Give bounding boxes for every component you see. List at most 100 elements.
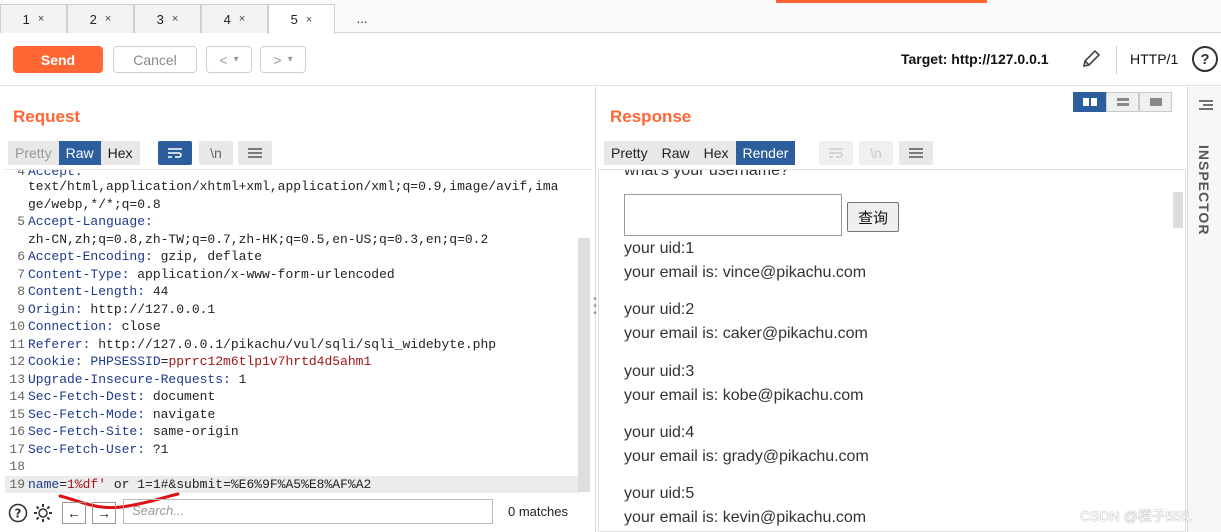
inspector-menu-icon[interactable]: [1197, 99, 1215, 113]
uid-text: your uid:3: [624, 363, 695, 380]
help-icon[interactable]: ?: [1192, 46, 1218, 72]
uid-text: your uid:1: [624, 240, 695, 257]
close-icon[interactable]: ×: [172, 13, 178, 25]
header-value: gzip, deflate: [152, 249, 263, 264]
header-name: Cookie:: [28, 354, 83, 369]
tab-label: 2: [89, 11, 97, 27]
target-label: Target: http://127.0.0.1: [901, 51, 1049, 67]
chevron-down-icon: ▾: [233, 54, 239, 65]
active-accent-line: [776, 0, 987, 3]
http-version-button[interactable]: HTTP/1: [1130, 51, 1178, 67]
cookie-value: pprrc12m6tlp1v7hrtd4d5ahm1: [168, 354, 372, 369]
header-name: Content-Length:: [28, 284, 146, 299]
request-toolbar: Send Cancel < ▾ > ▾ Target: http://127.0…: [0, 34, 1221, 86]
newline-toggle: \n: [859, 141, 893, 165]
mode-hex[interactable]: Hex: [100, 141, 140, 165]
header-name: Origin:: [28, 301, 83, 317]
match-count: 0 matches: [508, 504, 568, 519]
layout-stacked-icon[interactable]: [1106, 92, 1139, 112]
close-icon[interactable]: ×: [105, 13, 111, 25]
line-number: 14: [9, 389, 25, 404]
request-line: 15 Sec-Fetch-Mode: navigate: [5, 406, 580, 424]
response-render-view: what's your username? 查询 your uid:1 your…: [598, 169, 1186, 532]
watermark: CSDN @橙子555.: [1080, 508, 1194, 524]
arrow-left-icon[interactable]: ←: [62, 502, 86, 524]
line-number: 7: [17, 266, 25, 282]
request-line: zh-CN,zh;q=0.8,zh-TW;q=0.7,zh-HK;q=0.5,e…: [5, 231, 580, 249]
chevron-down-icon: ▾: [287, 54, 293, 65]
header-value: same-origin: [145, 424, 239, 439]
cancel-button[interactable]: Cancel: [113, 46, 197, 73]
email-text: your email is: kevin@pikachu.com: [624, 509, 867, 526]
wrap-lines-icon: [819, 141, 853, 165]
hamburger-icon[interactable]: [899, 141, 933, 165]
tab-4[interactable]: 4 ×: [201, 4, 268, 33]
header-value: http://127.0.0.1: [82, 301, 216, 317]
request-line: 17 Sec-Fetch-User: ?1: [5, 441, 580, 459]
request-line: 8 Content-Length: 44: [5, 283, 580, 301]
svg-text:?: ?: [15, 507, 22, 521]
line-number: 6: [17, 249, 25, 264]
back-button[interactable]: < ▾: [206, 46, 252, 73]
param-name: name: [28, 476, 60, 492]
gear-icon[interactable]: [32, 502, 54, 524]
help-icon[interactable]: ?: [8, 503, 28, 523]
inspector-sidebar[interactable]: INSPECTOR: [1187, 87, 1221, 532]
request-editor[interactable]: 4 Accept: text/html,application/xhtml+xml…: [5, 169, 592, 495]
tab-3[interactable]: 3 ×: [134, 4, 201, 33]
close-icon[interactable]: ×: [38, 13, 44, 25]
line-number: 18: [9, 459, 25, 474]
username-input[interactable]: [624, 194, 842, 236]
newline-toggle[interactable]: \n: [199, 141, 233, 165]
forward-button[interactable]: > ▾: [260, 46, 306, 73]
cookie-name: PHPSESSID: [90, 354, 161, 369]
line-number: 8: [17, 284, 25, 299]
tab-5[interactable]: 5 ×: [268, 4, 335, 34]
mode-pretty[interactable]: Pretty: [8, 141, 59, 165]
wrap-lines-icon[interactable]: [158, 141, 192, 165]
pencil-icon[interactable]: [1080, 48, 1102, 70]
hamburger-icon[interactable]: [238, 141, 272, 165]
request-line: ge/webp,*/*;q=0.8: [5, 196, 580, 214]
chevron-right-icon: >: [273, 51, 282, 68]
request-scrollbar[interactable]: [578, 238, 590, 492]
header-name: Sec-Fetch-Dest:: [28, 389, 146, 404]
send-button[interactable]: Send: [13, 46, 103, 73]
mode-pretty[interactable]: Pretty: [604, 141, 655, 165]
query-button[interactable]: 查询: [847, 202, 899, 232]
email-text: your email is: grady@pikachu.com: [624, 448, 869, 465]
search-input[interactable]: Search...: [123, 499, 493, 524]
mode-render[interactable]: Render: [735, 141, 796, 165]
request-line: 6 Accept-Encoding: gzip, deflate: [5, 248, 580, 266]
request-line: 5 Accept-Language:: [5, 213, 580, 231]
tab-1[interactable]: 1 ×: [0, 4, 67, 33]
render-scrollbar[interactable]: [1173, 192, 1183, 228]
mode-raw[interactable]: Raw: [58, 141, 101, 165]
tab-2[interactable]: 2 ×: [67, 4, 134, 33]
arrow-right-icon[interactable]: →: [92, 502, 116, 524]
line-number: 13: [9, 371, 25, 387]
layout-single-icon[interactable]: [1139, 92, 1172, 112]
request-line: 9 Origin: http://127.0.0.1: [5, 301, 580, 319]
header-name: Accept-Encoding:: [28, 249, 153, 264]
header-value: http://127.0.0.1/pikachu/vul/sqli/sqli_w…: [90, 336, 497, 352]
line-number: 5: [17, 214, 25, 229]
close-icon[interactable]: ×: [239, 13, 245, 25]
header-name: Sec-Fetch-User:: [28, 441, 146, 457]
mode-hex[interactable]: Hex: [696, 141, 736, 165]
line-number: 17: [9, 441, 25, 457]
layout-side-by-side-icon[interactable]: [1073, 92, 1106, 112]
request-line: 7 Content-Type: application/x-www-form-ur…: [5, 266, 580, 284]
line-number: 15: [9, 406, 25, 422]
header-name: Content-Type:: [28, 266, 130, 282]
mode-raw[interactable]: Raw: [654, 141, 697, 165]
inspector-label[interactable]: INSPECTOR: [1196, 145, 1212, 235]
tab-more[interactable]: ...: [338, 4, 386, 33]
tab-label: 5: [290, 12, 298, 27]
header-value: 1: [230, 371, 247, 387]
email-text: your email is: vince@pikachu.com: [624, 264, 867, 281]
header-value: zh-CN,zh;q=0.8,zh-TW;q=0.7,zh-HK;q=0.5,e…: [28, 231, 489, 247]
line-number: 19: [9, 476, 25, 492]
request-line: text/html,application/xhtml+xml,applicat…: [5, 178, 580, 196]
close-icon[interactable]: ×: [306, 14, 312, 26]
